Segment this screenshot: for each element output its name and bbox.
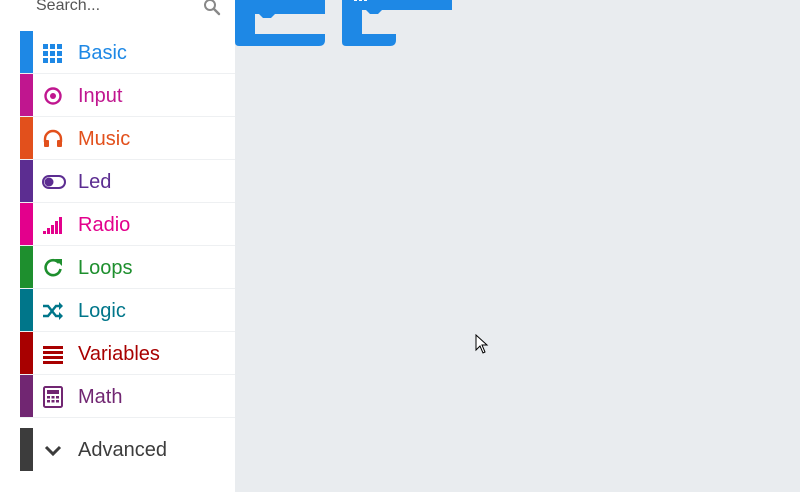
category-advanced[interactable]: Advanced: [20, 428, 235, 471]
category-color-bar: [20, 289, 33, 331]
category-color-bar: [20, 203, 33, 245]
category-label: Variables: [78, 343, 160, 365]
category-color-bar: [20, 31, 33, 73]
search-icon[interactable]: [203, 0, 221, 16]
chevron-down-icon: [44, 445, 62, 457]
toggle-icon: [42, 175, 66, 189]
category-logic[interactable]: Logic: [20, 289, 235, 332]
on-start-block[interactable]: [235, 0, 325, 47]
forever-block[interactable]: [342, 0, 452, 47]
category-color-bar: [20, 117, 33, 159]
category-label: Math: [78, 386, 123, 408]
calculator-icon: [43, 386, 63, 408]
category-basic[interactable]: Basic: [20, 31, 235, 74]
category-color-bar: [20, 160, 33, 202]
search-input[interactable]: [36, 0, 206, 20]
toolbox: Basic Input Music Led: [0, 0, 235, 492]
category-label: Input: [78, 85, 123, 107]
category-color-bar: [20, 74, 33, 116]
category-radio[interactable]: Radio: [20, 203, 235, 246]
category-label: Music: [78, 128, 131, 150]
category-math[interactable]: Math: [20, 375, 235, 418]
category-led[interactable]: Led: [20, 160, 235, 203]
code-workspace[interactable]: [235, 0, 800, 492]
category-variables[interactable]: Variables: [20, 332, 235, 375]
category-label: Advanced: [78, 439, 167, 461]
refresh-icon: [44, 258, 62, 277]
mouse-pointer-icon: [475, 334, 489, 354]
category-label: Loops: [78, 257, 133, 279]
category-input[interactable]: Input: [20, 74, 235, 117]
search-box: [0, 0, 235, 20]
list-icon: [43, 346, 63, 364]
target-icon: [44, 87, 62, 105]
grid-icon: [43, 44, 62, 63]
category-label: Basic: [78, 42, 127, 64]
category-color-bar: [20, 246, 33, 288]
category-color-bar: [20, 375, 33, 417]
signal-icon: [43, 217, 62, 234]
headphones-icon: [43, 129, 63, 147]
category-color-bar: [20, 332, 33, 374]
category-label: Logic: [78, 300, 126, 322]
category-label: Radio: [78, 214, 131, 236]
category-loops[interactable]: Loops: [20, 246, 235, 289]
shuffle-icon: [43, 302, 63, 320]
category-color-bar: [20, 428, 33, 471]
category-music[interactable]: Music: [20, 117, 235, 160]
category-label: Led: [78, 171, 112, 193]
